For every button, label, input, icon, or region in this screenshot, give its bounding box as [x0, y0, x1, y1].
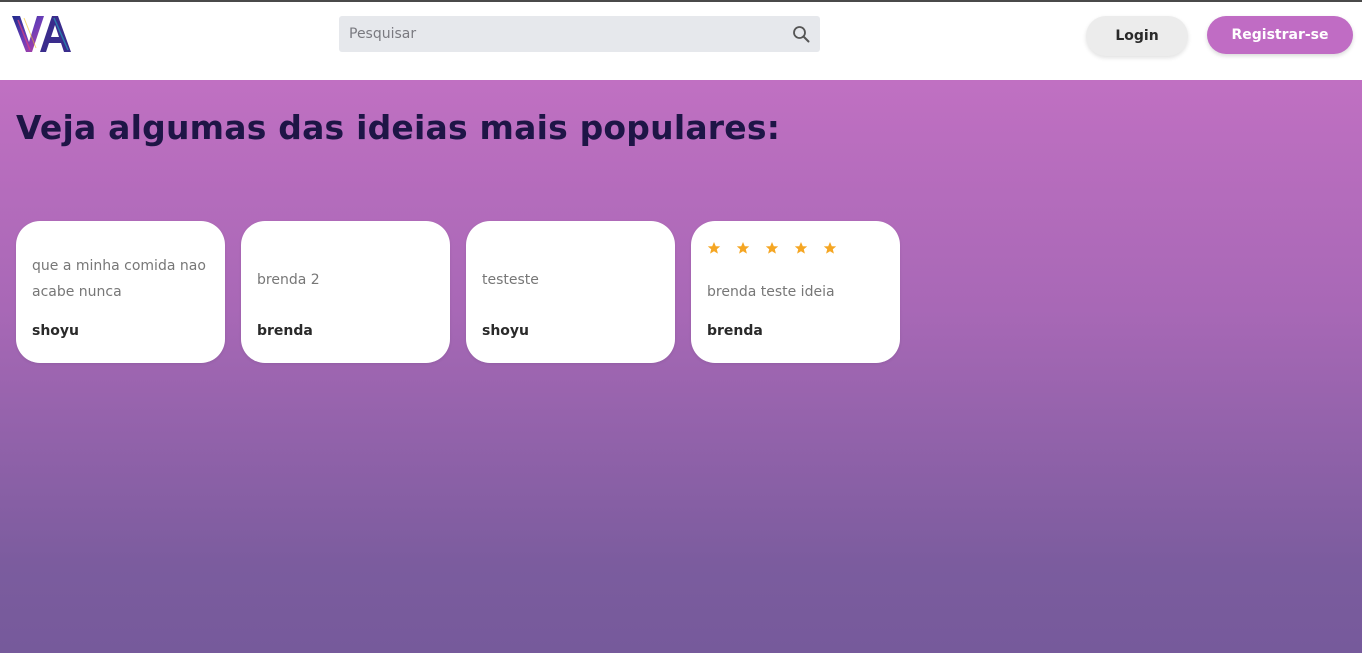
login-button[interactable]: Login	[1086, 16, 1188, 56]
page-title: Veja algumas das ideias mais populares:	[16, 108, 781, 147]
star-icon[interactable]	[707, 241, 721, 255]
idea-card[interactable]: brenda teste ideia brenda	[691, 221, 900, 363]
logo-graphic	[12, 16, 71, 52]
top-navbar: Login Registrar-se	[0, 2, 1362, 80]
search-bar	[339, 16, 820, 52]
idea-author: brenda	[257, 323, 313, 339]
idea-text: testeste	[482, 272, 539, 288]
star-icon[interactable]	[765, 241, 779, 255]
idea-card[interactable]: testeste shoyu	[466, 221, 675, 363]
idea-text: que a minha comida nao acabe nunca	[32, 258, 206, 300]
search-icon[interactable]	[792, 25, 810, 43]
idea-author: brenda	[707, 323, 763, 339]
idea-text: brenda teste ideia	[707, 284, 835, 300]
star-rating[interactable]	[707, 241, 837, 255]
idea-card[interactable]: brenda 2 brenda	[241, 221, 450, 363]
main-content: Veja algumas das ideias mais populares: …	[0, 80, 1362, 653]
idea-author: shoyu	[32, 323, 80, 339]
idea-author: shoyu	[482, 323, 530, 339]
star-icon[interactable]	[794, 241, 808, 255]
star-icon[interactable]	[823, 241, 837, 255]
star-icon[interactable]	[736, 241, 750, 255]
ideas-list: que a minha comida nao acabe nunca shoyu…	[16, 221, 900, 363]
app-logo[interactable]	[10, 10, 74, 58]
register-button[interactable]: Registrar-se	[1207, 16, 1353, 54]
search-input[interactable]	[339, 16, 769, 52]
idea-text: brenda 2	[257, 272, 320, 288]
idea-card[interactable]: que a minha comida nao acabe nunca shoyu	[16, 221, 225, 363]
